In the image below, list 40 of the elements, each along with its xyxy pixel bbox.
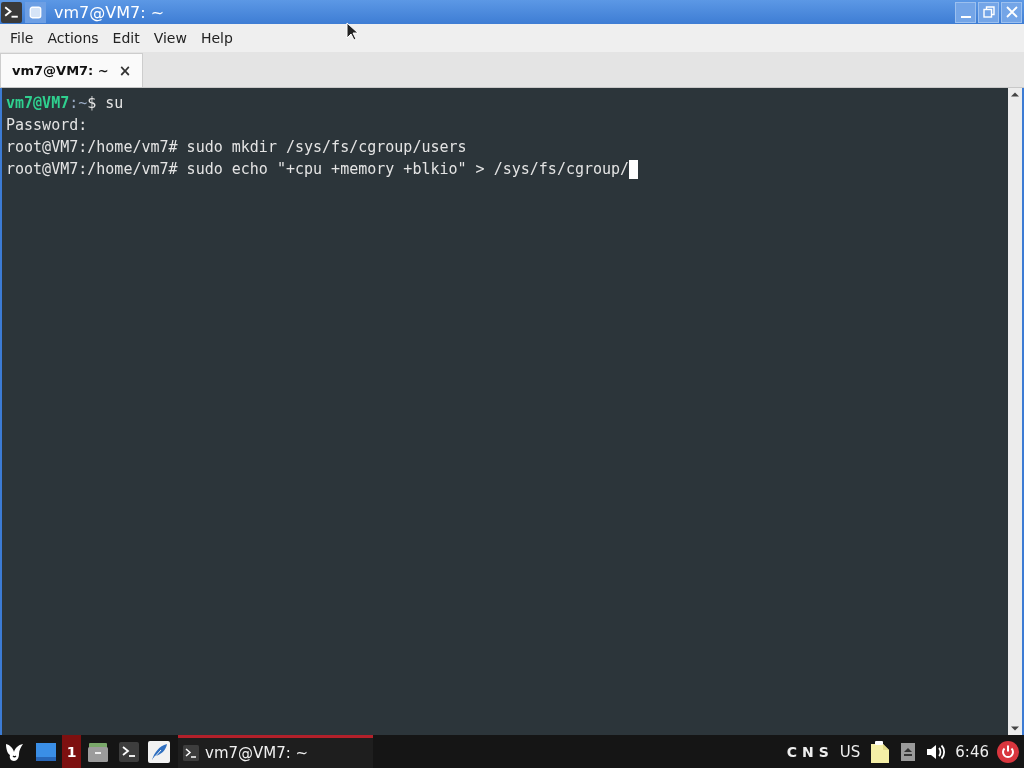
- terminal-area[interactable]: vm7@VM7:~$ su Password: root@VM7:/home/vm7# sudo mkdir /sys/fs/cgroup/users root@VM7:/home/vm7# sudo echo "+cpu +memory +blkio" > /sys/fs/cgroup/: [0, 88, 1024, 735]
- terminal-icon: [183, 745, 199, 761]
- task-button[interactable]: vm7@VM7: ~: [178, 735, 373, 768]
- clock[interactable]: 6:46: [955, 742, 989, 761]
- speaker-icon[interactable]: [926, 742, 947, 761]
- menu-item[interactable]: Edit: [105, 26, 147, 50]
- terminal-line: root@VM7:/home/vm7# sudo mkdir /sys/fs/cgroup/users: [6, 137, 467, 158]
- feather-icon[interactable]: [148, 740, 170, 763]
- close-button[interactable]: [1001, 1, 1022, 23]
- up-arrow-icon[interactable]: [1010, 91, 1020, 97]
- desktop-icon[interactable]: [36, 742, 56, 761]
- close-tab-button[interactable]: ×: [116, 61, 134, 80]
- scrollbar[interactable]: [1008, 88, 1024, 735]
- tab[interactable]: vm7@VM7: ~ ×: [0, 53, 143, 87]
- lock-indicator: S: [818, 743, 829, 760]
- terminal-line: Password:: [6, 115, 88, 136]
- minimize-button[interactable]: [955, 1, 976, 23]
- menu-item[interactable]: View: [146, 26, 194, 50]
- close-icon: [1005, 6, 1018, 18]
- minimize-icon: [960, 15, 971, 18]
- down-arrow-icon[interactable]: [1010, 726, 1020, 732]
- terminal-icon[interactable]: [1, 1, 22, 23]
- window-title: vm7@VM7: ~: [54, 2, 165, 22]
- power-icon[interactable]: [997, 740, 1019, 763]
- eject-icon[interactable]: [901, 742, 916, 761]
- restore-icon: [982, 6, 995, 18]
- note-icon[interactable]: [870, 740, 891, 763]
- mouse-pointer-icon: [346, 22, 358, 41]
- maximize-button[interactable]: [978, 1, 999, 23]
- workspace-button[interactable]: 1: [62, 735, 81, 768]
- terminal-line: root@VM7:/home/vm7# sudo echo "+cpu +memory +blkio" > /sys/fs/cgroup/: [6, 159, 630, 180]
- keyboard-layout[interactable]: US: [839, 742, 861, 761]
- drawer-icon[interactable]: [88, 741, 108, 762]
- terminal-line: vm7@VM7:~$ su: [6, 93, 124, 114]
- menu-item[interactable]: File: [3, 26, 41, 50]
- terminal-icon[interactable]: [119, 741, 139, 762]
- menu-item[interactable]: Help: [193, 26, 240, 50]
- menu-item[interactable]: Actions: [40, 26, 106, 50]
- lock-indicator: C: [786, 743, 797, 760]
- lock-indicator: N: [802, 743, 814, 760]
